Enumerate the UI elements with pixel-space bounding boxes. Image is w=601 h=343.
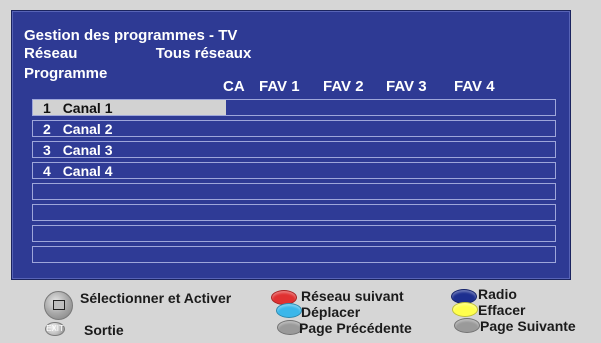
column-fav-4: FAV 4 [454, 78, 495, 95]
network-value[interactable]: Tous réseaux [156, 45, 252, 62]
channel-number: 1 [43, 100, 51, 116]
network-row: Réseau Tous réseaux [24, 45, 251, 62]
column-fav-2: FAV 2 [323, 78, 364, 95]
delete-label: Effacer [478, 302, 526, 318]
channel-row-empty-1[interactable] [32, 183, 556, 200]
channel-row-3[interactable]: 3 Canal 3 [32, 141, 556, 158]
radio-label: Radio [478, 286, 517, 302]
previous-page-label: Page Précédente [299, 320, 412, 336]
tv-icon [53, 300, 65, 310]
exit-label: Sortie [84, 322, 124, 338]
channel-number: 2 [43, 121, 51, 137]
exit-icon: EXIT [45, 322, 65, 336]
channel-number: 4 [43, 163, 51, 179]
channel-row-4[interactable]: 4 Canal 4 [32, 162, 556, 179]
column-fav-1: FAV 1 [259, 78, 300, 95]
column-fav-3: FAV 3 [386, 78, 427, 95]
channel-name: Canal 1 [62, 100, 113, 116]
network-label: Réseau [24, 45, 78, 62]
channel-name: Canal 4 [62, 163, 113, 179]
channel-name: Canal 2 [62, 121, 113, 137]
select-activate-label: Sélectionner et Activer [80, 290, 232, 306]
next-page-label: Page Suivante [480, 318, 576, 334]
gray-button-icon [454, 318, 480, 333]
channel-list: 1 Canal 1 2 Canal 2 3 Canal 3 4 Canal 4 [32, 99, 556, 267]
channel-row-empty-2[interactable] [32, 204, 556, 221]
channel-row-2[interactable]: 2 Canal 2 [32, 120, 556, 137]
page-title: Gestion des programmes - TV [24, 27, 238, 44]
cyan-button-icon [276, 303, 302, 318]
yellow-button-icon [452, 302, 478, 317]
channel-row-empty-4[interactable] [32, 246, 556, 263]
dpad-icon [44, 291, 73, 320]
column-ca: CA [223, 78, 245, 95]
program-management-panel: Gestion des programmes - TV Réseau Tous … [11, 10, 571, 280]
channel-number: 3 [43, 142, 51, 158]
channel-name: Canal 3 [62, 142, 113, 158]
channel-row-1[interactable]: 1 Canal 1 [32, 99, 556, 116]
program-label: Programme [24, 65, 108, 82]
move-label: Déplacer [301, 304, 361, 320]
next-network-label: Réseau suivant [301, 288, 404, 304]
channel-row-empty-3[interactable] [32, 225, 556, 242]
